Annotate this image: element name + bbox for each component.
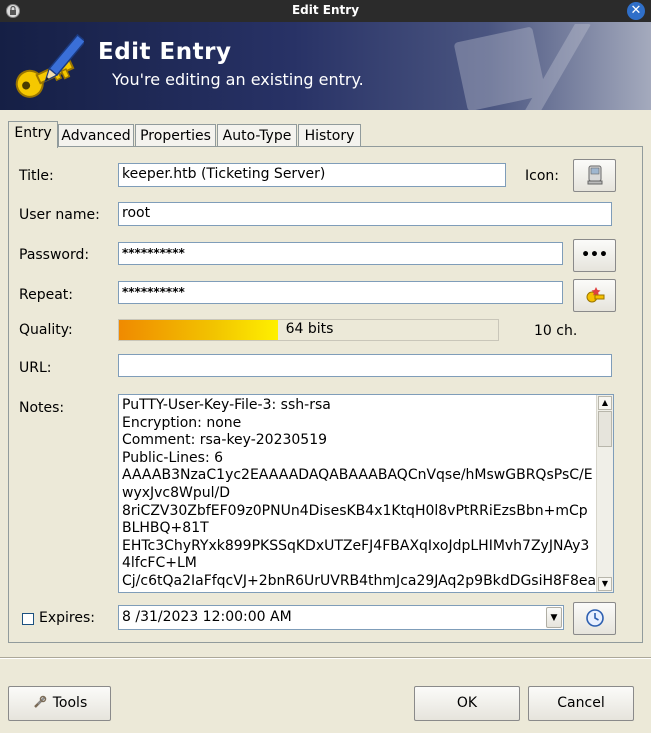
notes-label: Notes: (19, 400, 65, 416)
notes-text: PuTTY-User-Key-File-3: ssh-rsa Encryptio… (122, 397, 597, 592)
scroll-thumb[interactable] (598, 411, 612, 447)
expires-date-input[interactable]: 8 /31/2023 12:00:00 AM (118, 605, 564, 630)
footer-separator-highlight (0, 658, 651, 659)
username-label: User name: (19, 207, 100, 223)
tab-auto-type[interactable]: Auto-Type (217, 124, 297, 147)
key-pen-icon (15, 33, 84, 98)
username-input[interactable]: root (118, 202, 612, 226)
tab-properties[interactable]: Properties (135, 124, 216, 147)
repeat-label: Repeat: (19, 287, 73, 303)
tools-button-label: Tools (52, 695, 88, 711)
quality-label: Quality: (19, 322, 73, 338)
repeat-password-input[interactable]: ********** (118, 281, 563, 304)
scroll-up-icon[interactable]: ▲ (598, 396, 612, 410)
quality-chars: 10 ch. (534, 323, 578, 339)
tab-advanced[interactable]: Advanced (58, 124, 134, 147)
window-title: Edit Entry (291, 3, 360, 17)
url-input[interactable] (118, 354, 612, 377)
banner-subtitle: You're editing an existing entry. (112, 70, 364, 89)
close-button[interactable]: ✕ (627, 2, 645, 20)
expires-dropdown-arrow[interactable]: ▼ (546, 607, 562, 628)
tools-icon (33, 695, 46, 708)
icon-label: Icon: (525, 168, 559, 184)
show-password-button[interactable]: ••• (573, 239, 616, 272)
icon-picker-button[interactable] (573, 159, 616, 192)
header-banner: Edit Entry You're editing an existing en… (0, 22, 651, 110)
title-label: Title: (19, 168, 54, 184)
quality-meter: 64 bits (118, 319, 499, 341)
password-label: Password: (19, 247, 90, 263)
password-generator-button[interactable] (573, 279, 616, 312)
tab-entry[interactable]: Entry (8, 121, 58, 148)
expires-presets-button[interactable] (573, 602, 616, 635)
url-label: URL: (19, 360, 52, 376)
key-generator-icon (586, 287, 604, 303)
scroll-down-icon[interactable]: ▼ (598, 577, 612, 591)
notes-scrollbar[interactable]: ▲ ▼ (596, 395, 613, 592)
password-input[interactable]: ********** (118, 242, 563, 265)
banner-watermark-icon (454, 24, 591, 110)
tools-button[interactable]: Tools (8, 686, 111, 721)
ok-button[interactable]: OK (414, 686, 520, 721)
banner-title: Edit Entry (98, 39, 232, 65)
clock-icon (585, 609, 604, 627)
title-input[interactable]: keeper.htb (Ticketing Server) (118, 163, 506, 187)
tab-history[interactable]: History (298, 124, 361, 147)
expires-label: Expires: (39, 610, 95, 626)
expires-checkbox[interactable] (22, 613, 34, 625)
title-bar: Edit Entry ✕ (0, 0, 651, 22)
computer-icon (587, 165, 602, 185)
quality-bits: 64 bits (285, 321, 334, 337)
cancel-button[interactable]: Cancel (528, 686, 634, 721)
notes-textarea[interactable]: PuTTY-User-Key-File-3: ssh-rsa Encryptio… (118, 394, 614, 593)
